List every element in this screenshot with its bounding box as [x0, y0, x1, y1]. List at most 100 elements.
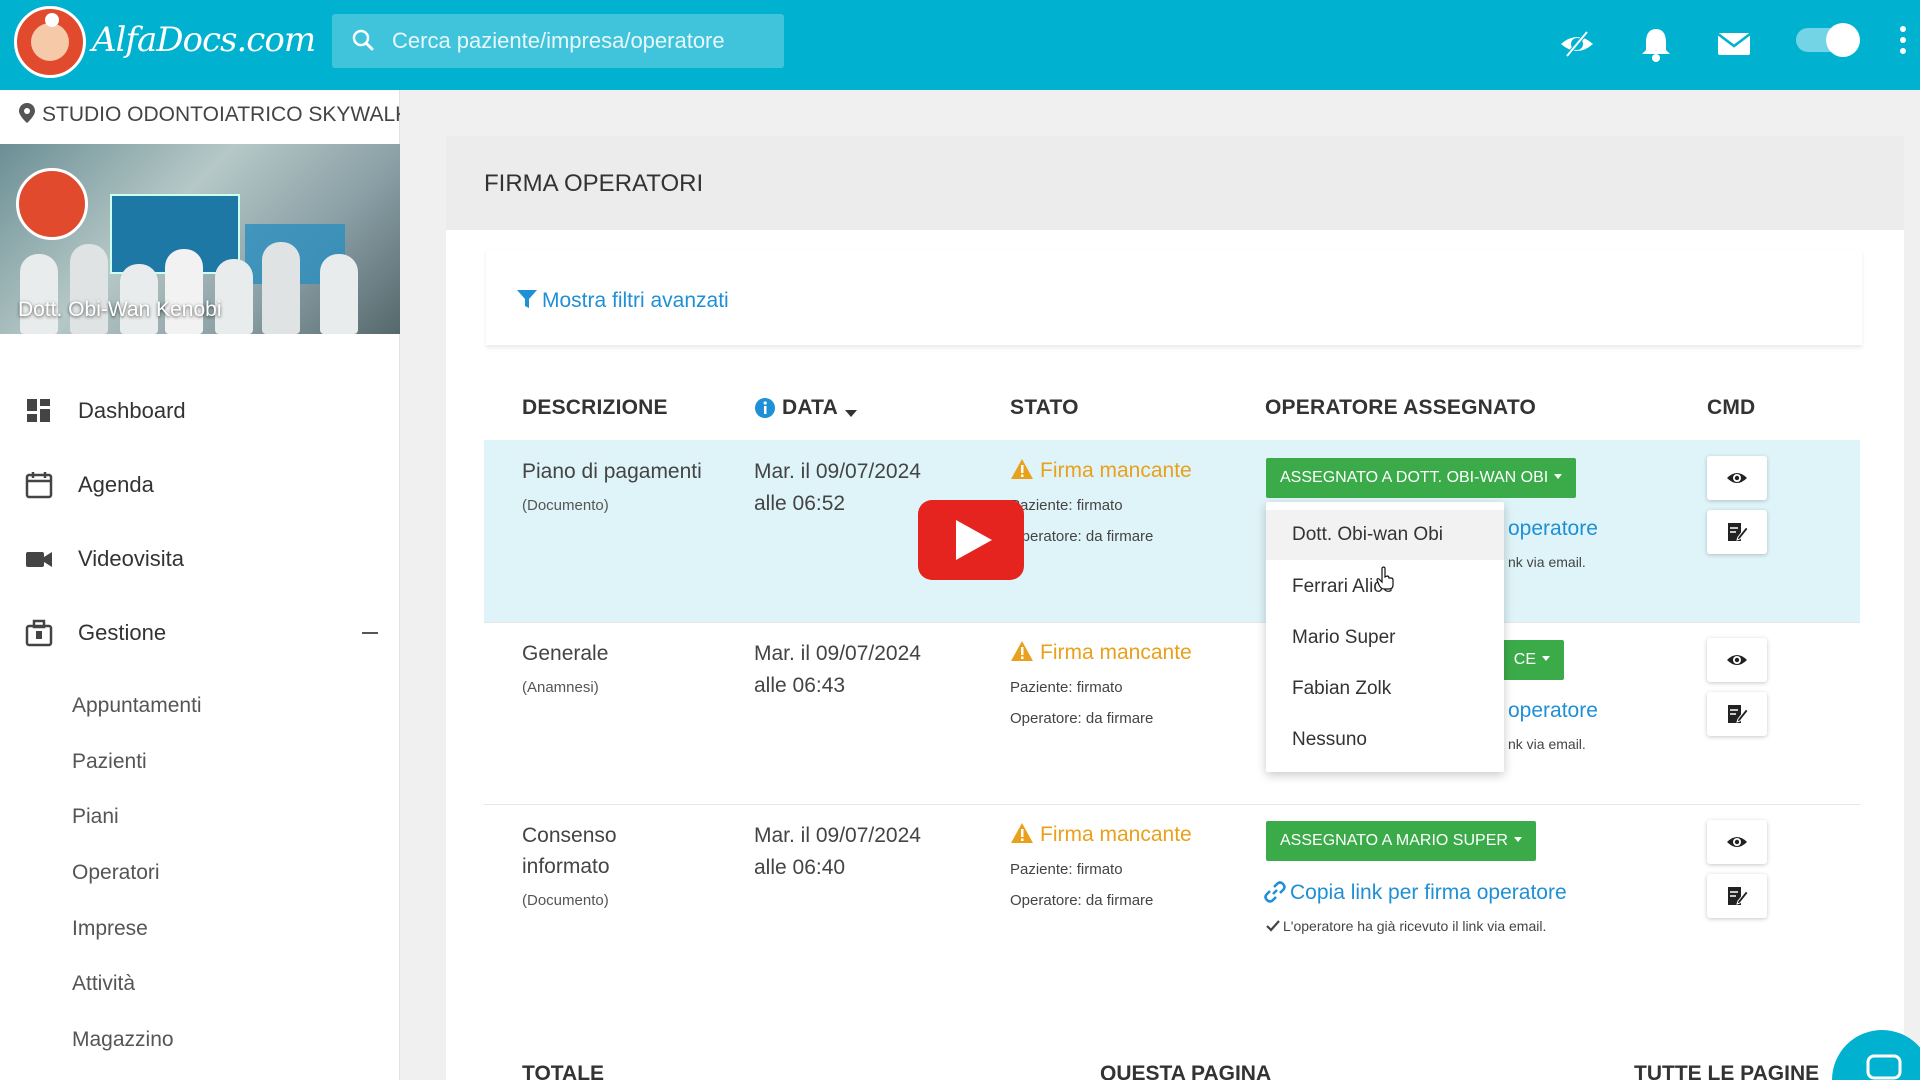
briefcase-icon	[25, 619, 53, 647]
sidebar: STUDIO ODONTOIATRICO SKYWALKER Dott. Obi…	[0, 90, 400, 1080]
bell-icon[interactable]	[1636, 24, 1676, 64]
video-camera-icon	[26, 552, 52, 567]
row1-assign-label: ASSEGNATO A DOTT. OBI-WAN OBI	[1280, 469, 1549, 486]
collapse-icon[interactable]	[362, 632, 378, 634]
sub-item-attivita[interactable]: Attività	[72, 972, 135, 996]
header-descrizione[interactable]: DESCRIZIONE	[522, 396, 668, 420]
dropdown-option[interactable]: Dott. Obi-wan Obi	[1266, 510, 1504, 560]
row3-sign-button[interactable]	[1707, 874, 1767, 918]
row3-assign-dropdown[interactable]: ASSEGNATO A MARIO SUPER	[1266, 821, 1536, 861]
row3-operator-status: Operatore: da firmare	[1010, 892, 1154, 909]
row3-date: Mar. il 09/07/2024	[754, 824, 921, 847]
row2-status-label: Firma mancante	[1040, 641, 1192, 664]
profile-banner[interactable]: Dott. Obi-Wan Kenobi	[0, 144, 400, 334]
play-icon	[956, 520, 992, 560]
studio-location[interactable]: STUDIO ODONTOIATRICO SKYWALKER	[18, 102, 400, 132]
row-divider	[484, 804, 1860, 805]
dropdown-option[interactable]: Fabian Zolk	[1266, 664, 1504, 714]
sub-item-operatori[interactable]: Operatori	[72, 861, 160, 885]
row3-type: (Documento)	[522, 892, 609, 909]
row1-assign-dropdown[interactable]: ASSEGNATO A DOTT. OBI-WAN OBI	[1266, 458, 1577, 498]
nav-videovisita-label: Videovisita	[78, 546, 184, 571]
row3-note-label: L'operatore ha già ricevuto il link via …	[1283, 918, 1547, 934]
map-pin-icon	[19, 103, 35, 123]
search-box[interactable]	[332, 14, 784, 68]
row2-operator-status: Operatore: da firmare	[1010, 710, 1154, 727]
sign-document-icon	[1728, 523, 1748, 541]
sub-item-pazienti[interactable]: Pazienti	[72, 750, 147, 774]
row2-copy-link[interactable]: operatore	[1508, 699, 1598, 723]
sub-item-appuntamenti[interactable]: Appuntamenti	[72, 694, 202, 718]
nav-agenda[interactable]: Agenda	[0, 460, 400, 510]
header-cmd: CMD	[1707, 396, 1756, 419]
row3-note: L'operatore ha già ricevuto il link via …	[1266, 918, 1546, 934]
row2-description: Generale	[522, 642, 609, 665]
mail-icon[interactable]	[1714, 24, 1754, 64]
play-video-button[interactable]	[918, 500, 1024, 580]
search-input[interactable]	[392, 14, 772, 68]
studio-name: STUDIO ODONTOIATRICO SKYWALKER	[42, 103, 400, 126]
warning-icon	[1011, 823, 1033, 843]
info-icon[interactable]	[754, 397, 776, 419]
advanced-filters-link[interactable]: Mostra filtri avanzati	[516, 288, 729, 313]
row3-status-label: Firma mancante	[1040, 823, 1192, 846]
check-icon	[1266, 920, 1280, 932]
filter-icon	[517, 290, 537, 308]
row3-time: alle 06:40	[754, 856, 846, 879]
row2-patient-status: Paziente: firmato	[1010, 679, 1123, 696]
theme-toggle[interactable]	[1796, 23, 1860, 57]
row2-type: (Anamnesi)	[522, 679, 599, 696]
header-stato[interactable]: STATO	[1010, 396, 1079, 420]
page-title: FIRMA OPERATORI	[484, 170, 704, 197]
header-operatore[interactable]: OPERATORE ASSEGNATO	[1265, 396, 1536, 420]
row2-sign-button[interactable]	[1707, 692, 1767, 736]
logo-mascot-icon[interactable]	[14, 6, 86, 78]
nav-agenda-label: Agenda	[78, 472, 154, 497]
sub-item-piani[interactable]: Piani	[72, 805, 119, 829]
row3-view-button[interactable]	[1707, 820, 1767, 864]
link-icon	[1264, 881, 1286, 903]
row3-copy-link-label: Copia link per firma operatore	[1290, 881, 1567, 904]
nav-gestione-label: Gestione	[78, 620, 167, 645]
nav-dashboard[interactable]: Dashboard	[0, 386, 400, 436]
logo-text[interactable]: AlfaDocs.com	[92, 20, 316, 60]
row1-sign-button[interactable]	[1707, 510, 1767, 554]
caret-down-icon	[1513, 837, 1522, 842]
more-menu-icon[interactable]	[1898, 26, 1908, 62]
page-header: FIRMA OPERATORI	[446, 136, 1904, 230]
caret-down-icon	[1554, 474, 1563, 479]
dropdown-option[interactable]: Nessuno	[1266, 715, 1504, 765]
avatar	[16, 168, 88, 240]
sign-document-icon	[1728, 705, 1748, 723]
eye-icon	[1727, 473, 1747, 483]
filter-panel: Mostra filtri avanzati	[486, 250, 1862, 346]
warning-icon	[1011, 459, 1033, 479]
row2-view-button[interactable]	[1707, 638, 1767, 682]
row2-assign-label: CE	[1513, 651, 1536, 668]
row1-copy-link[interactable]: operatore	[1508, 517, 1598, 541]
nav-gestione[interactable]: Gestione	[0, 608, 400, 658]
chat-icon	[1866, 1054, 1902, 1080]
search-icon	[352, 29, 374, 51]
row2-note: nk via email.	[1508, 736, 1586, 752]
top-bar: AlfaDocs.com	[0, 0, 1920, 90]
row1-patient-status: Paziente: firmato	[1010, 497, 1123, 514]
advanced-filters-label: Mostra filtri avanzati	[542, 289, 729, 312]
sort-desc-icon[interactable]	[844, 408, 858, 418]
nav-videovisita[interactable]: Videovisita	[0, 534, 400, 584]
profile-name: Dott. Obi-Wan Kenobi	[18, 298, 222, 321]
row1-date: Mar. il 09/07/2024	[754, 460, 921, 483]
warning-icon	[1011, 641, 1033, 661]
row1-view-button[interactable]	[1707, 456, 1767, 500]
row3-copy-link[interactable]: Copia link per firma operatore	[1264, 881, 1567, 905]
row1-time: alle 06:52	[754, 492, 846, 515]
sub-item-imprese[interactable]: Imprese	[72, 917, 148, 941]
dropdown-option[interactable]: Mario Super	[1266, 613, 1504, 663]
row3-description-1: Consenso	[522, 824, 617, 847]
row2-date: Mar. il 09/07/2024	[754, 642, 921, 665]
row3-assign-label: ASSEGNATO A MARIO SUPER	[1280, 832, 1508, 849]
sub-item-magazzino[interactable]: Magazzino	[72, 1028, 174, 1052]
footer-totale: TOTALE	[522, 1062, 605, 1080]
eye-slash-icon[interactable]	[1557, 24, 1597, 64]
header-data[interactable]: DATA	[782, 396, 838, 420]
